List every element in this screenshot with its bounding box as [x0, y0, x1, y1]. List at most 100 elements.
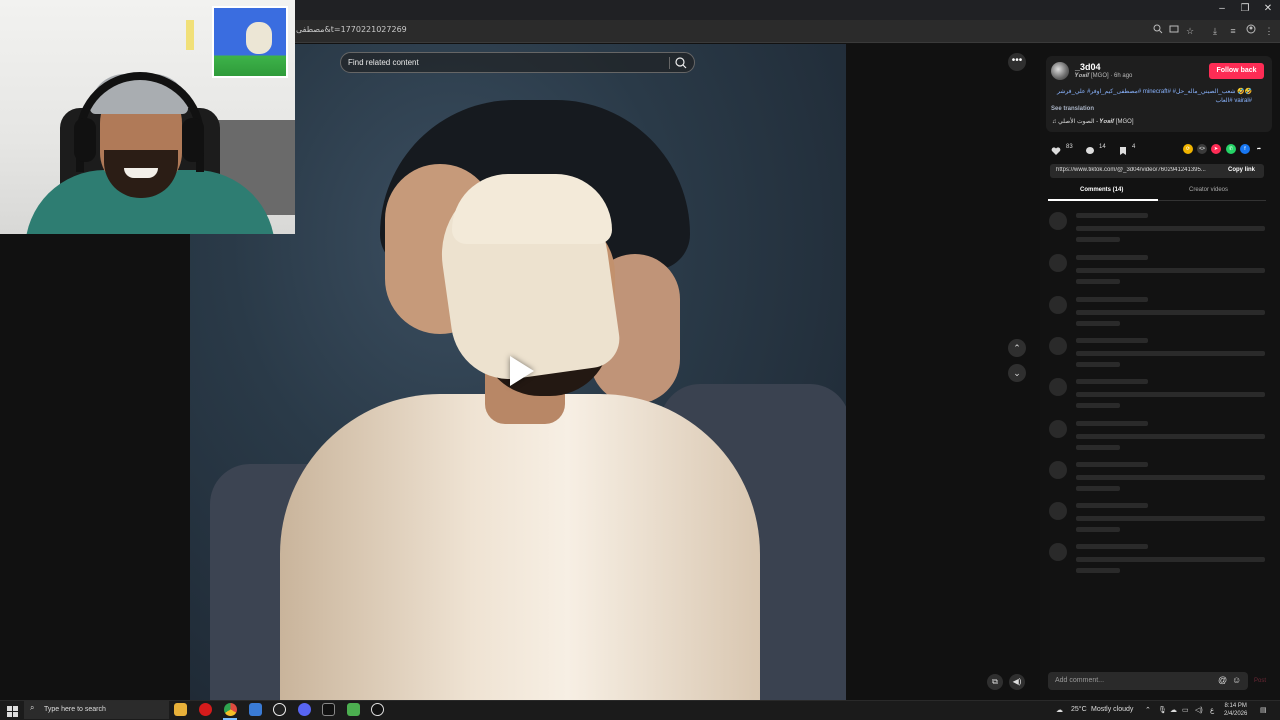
- username[interactable]: _3d04: [1075, 62, 1101, 72]
- menu-kebab-icon[interactable]: ⋮: [1262, 24, 1276, 38]
- skeleton-line: [1076, 310, 1265, 315]
- microphone-icon[interactable]: 🎙: [1158, 706, 1167, 714]
- skeleton-avatar: [1049, 378, 1067, 396]
- obs-icon[interactable]: [273, 703, 286, 716]
- related-search-input[interactable]: Find related content: [340, 52, 695, 73]
- weather-text[interactable]: Mostly cloudy: [1091, 706, 1133, 713]
- post-comment-button[interactable]: Post: [1254, 678, 1266, 684]
- skeleton-line: [1076, 213, 1148, 218]
- windows-start-icon[interactable]: [7, 704, 18, 717]
- app-icon[interactable]: [249, 703, 262, 716]
- weather-icon[interactable]: ☁: [1056, 706, 1063, 714]
- weather-temp[interactable]: 25°C: [1071, 706, 1087, 713]
- headset: [182, 118, 204, 162]
- music-link[interactable]: ♫ الصوت الأصلي - 𝒀𝒐𝒔𝒊𝒇 [MGO]: [1052, 118, 1133, 126]
- capcut-icon[interactable]: [322, 703, 335, 716]
- download-icon[interactable]: ⤓: [1208, 24, 1222, 38]
- minecraft-icon[interactable]: [347, 703, 360, 716]
- zoom-icon[interactable]: [1151, 24, 1165, 38]
- skeleton-line: [1076, 351, 1265, 356]
- clock-date: 2/4/2026: [1224, 711, 1248, 717]
- headset: [74, 118, 96, 162]
- tab-active-indicator: [1048, 199, 1158, 201]
- previous-video-icon[interactable]: ⌃: [1008, 339, 1026, 357]
- video-link[interactable]: https://www.tiktok.com/@_3d04/video/7602…: [1056, 167, 1222, 173]
- clock[interactable]: 8:14 PM 2/4/2026: [1224, 702, 1247, 718]
- notification-icon[interactable]: ▤: [1260, 706, 1267, 714]
- repost-icon[interactable]: ⟳: [1183, 144, 1193, 154]
- skeleton-line: [1076, 321, 1120, 326]
- skeleton-line: [1076, 362, 1120, 367]
- tab-comments[interactable]: Comments (14): [1080, 187, 1123, 193]
- language-indicator[interactable]: ع: [1210, 706, 1214, 714]
- time-ago: 6h ago: [1114, 73, 1133, 79]
- comment-placeholder[interactable]: Add comment...: [1055, 677, 1104, 684]
- skeleton-line: [1076, 237, 1120, 242]
- opera-icon[interactable]: [199, 703, 212, 716]
- heart-icon[interactable]: [1051, 143, 1061, 155]
- mention-icon[interactable]: @: [1218, 675, 1227, 685]
- skeleton-avatar: [1049, 461, 1067, 479]
- media-icon[interactable]: ≡: [1226, 24, 1240, 38]
- minimize-button[interactable]: –: [1212, 3, 1232, 14]
- profile-icon[interactable]: [1244, 24, 1258, 38]
- send-icon[interactable]: ➤: [1211, 144, 1221, 154]
- video-figure: [280, 394, 760, 700]
- restore-button[interactable]: ❐: [1235, 3, 1255, 14]
- webcam-overlay: [0, 0, 295, 234]
- cast-icon[interactable]: [1167, 24, 1181, 38]
- share-arrow-icon[interactable]: ➦: [1254, 144, 1264, 154]
- screen: – ❐ ✕ مصطفى&t=1770221027269 ☆ ⤓ ≡ ⋮ Find…: [0, 0, 1280, 720]
- see-translation-link[interactable]: See translation: [1051, 106, 1094, 112]
- search-divider: [669, 57, 670, 69]
- skeleton-line: [1076, 516, 1265, 521]
- discord-icon[interactable]: [298, 703, 311, 716]
- display-name[interactable]: 𝒀𝒐𝒔𝒊𝒇 [MGO]: [1075, 73, 1109, 79]
- next-video-icon[interactable]: ⌄: [1008, 364, 1026, 382]
- windows-taskbar: [0, 700, 1280, 720]
- bookmark-icon[interactable]: [1118, 143, 1128, 155]
- skeleton-avatar: [1049, 296, 1067, 314]
- tab-creator-videos[interactable]: Creator videos: [1189, 187, 1228, 193]
- saves-count: 4: [1132, 144, 1136, 150]
- skeleton-line: [1076, 338, 1148, 343]
- media-player-icon[interactable]: [371, 703, 384, 716]
- network-icon[interactable]: ▭: [1182, 706, 1189, 714]
- comment-icon[interactable]: [1085, 143, 1095, 154]
- skeleton-line: [1076, 445, 1120, 450]
- skeleton-line: [1076, 475, 1265, 480]
- bookmark-star-icon[interactable]: ☆: [1183, 24, 1197, 38]
- taskbar-search-placeholder[interactable]: Type here to search: [44, 706, 106, 713]
- picture-in-picture-icon[interactable]: ⧉: [987, 674, 1003, 690]
- details-panel: [1040, 44, 1280, 700]
- skeleton-line: [1076, 503, 1148, 508]
- embed-icon[interactable]: <>: [1197, 144, 1207, 154]
- play-icon[interactable]: [510, 356, 534, 386]
- comments-count: 14: [1099, 144, 1106, 150]
- skeleton-line: [1076, 226, 1265, 231]
- skeleton-line: [1076, 392, 1265, 397]
- skeleton-avatar: [1049, 420, 1067, 438]
- chrome-icon[interactable]: [224, 703, 237, 716]
- emoji-icon[interactable]: ☺: [1232, 675, 1241, 685]
- volume-icon[interactable]: ◀): [1009, 674, 1025, 690]
- copy-link-button[interactable]: Copy link: [1228, 167, 1255, 173]
- skeleton-line: [1076, 568, 1120, 573]
- post-meta: 𝒀𝒐𝒔𝒊𝒇 [MGO] · 6h ago: [1075, 73, 1133, 79]
- speaker-icon[interactable]: ◁): [1195, 706, 1203, 714]
- url-text[interactable]: مصطفى&t=1770221027269: [296, 25, 407, 34]
- wall-painting: [246, 22, 272, 54]
- search-icon[interactable]: [674, 56, 688, 70]
- skeleton-avatar: [1049, 543, 1067, 561]
- more-options-icon[interactable]: •••: [1008, 53, 1026, 71]
- whatsapp-icon[interactable]: ✆: [1226, 144, 1236, 154]
- close-window-button[interactable]: ✕: [1258, 3, 1278, 14]
- skeleton-line: [1076, 297, 1148, 302]
- file-explorer-icon[interactable]: [174, 703, 187, 716]
- follow-back-button[interactable]: Follow back: [1209, 63, 1264, 79]
- avatar[interactable]: [1051, 62, 1069, 80]
- skeleton-avatar: [1049, 502, 1067, 520]
- onedrive-icon[interactable]: ☁: [1170, 706, 1177, 714]
- facebook-icon[interactable]: f: [1240, 144, 1250, 154]
- tray-chevron-icon[interactable]: ⌃: [1145, 706, 1151, 714]
